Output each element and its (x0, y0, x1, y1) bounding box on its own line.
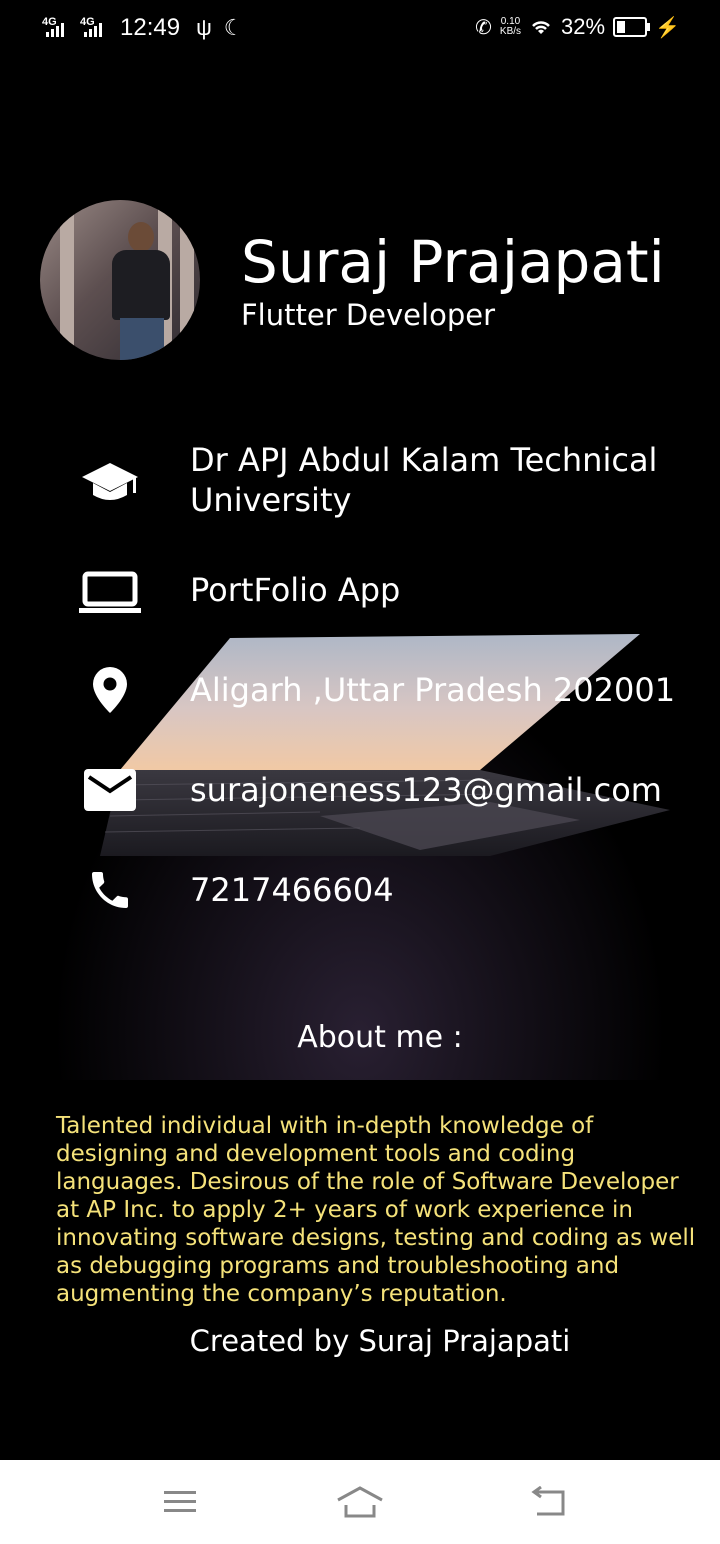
status-bar: 4G 4G 12:49 ψ ☾ ✆ 0.10 KB/s 32% ⚡ (0, 0, 720, 58)
signal-icon: 4G (80, 17, 112, 39)
email-text: surajoneness123@gmail.com (190, 771, 662, 809)
back-button[interactable] (518, 1478, 578, 1526)
phone-icon (78, 858, 142, 922)
home-button[interactable] (330, 1478, 390, 1526)
location-pin-icon (78, 658, 142, 722)
back-icon (531, 1486, 565, 1516)
battery-icon (613, 17, 651, 37)
menu-button[interactable] (150, 1478, 210, 1526)
navigation-bar (0, 1460, 720, 1544)
battery-percent: 32% (561, 14, 606, 39)
usb-icon: ψ (196, 15, 212, 40)
profile-role: Flutter Developer (241, 298, 495, 332)
profile-avatar (40, 200, 200, 360)
status-time: 12:49 (120, 14, 181, 41)
menu-icon (164, 1491, 196, 1512)
about-text: Talented individual with in-depth knowle… (56, 1113, 696, 1307)
moon-icon: ☾ (223, 15, 244, 40)
profile-name: Suraj Prajapati (241, 228, 665, 296)
about-title: About me : (297, 1020, 463, 1055)
education-text: Dr APJ Abdul Kalam Technical University (190, 441, 658, 519)
footer-credit: Created by Suraj Prajapati (189, 1324, 571, 1358)
charging-icon: ⚡ (655, 16, 680, 39)
laptop-icon (78, 560, 142, 624)
signal-icon: 4G (42, 17, 74, 39)
graduation-cap-icon (78, 452, 142, 516)
wifi-call-icon: ✆ (475, 16, 492, 39)
home-icon (337, 1486, 383, 1518)
network-speed: 0.10 KB/s (499, 16, 522, 37)
wifi-icon (532, 21, 550, 34)
portfolio-text: PortFolio App (190, 571, 401, 609)
phone-text: 7217466604 (190, 871, 394, 909)
email-icon (78, 758, 142, 822)
location-text: Aligarh ,Uttar Pradesh 202001 (190, 671, 676, 709)
